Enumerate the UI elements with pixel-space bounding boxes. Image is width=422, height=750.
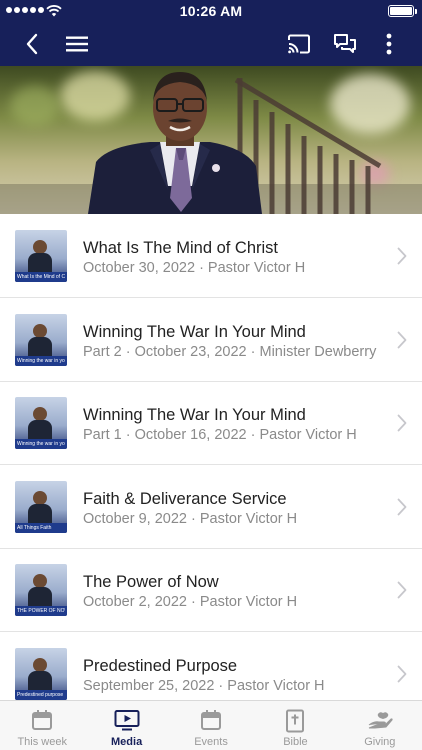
sermon-item[interactable]: THE POWER OF NOW The Power of Now October … xyxy=(0,548,422,632)
hero-image-pastor xyxy=(0,66,422,214)
bible-icon xyxy=(285,709,305,738)
sermon-title: Winning The War In Your Mind xyxy=(83,406,306,424)
sermon-thumbnail: Winning the war in your mind xyxy=(15,397,67,449)
status-time: 10:26 AM xyxy=(179,3,243,19)
sermon-thumbnail: What Is the Mind of Christ xyxy=(15,230,67,282)
cast-icon xyxy=(288,34,310,54)
sermon-subtitle: October 9, 2022 · Pastor Victor H xyxy=(83,511,298,527)
tab-media[interactable]: Media xyxy=(84,701,168,750)
thumbnail-caption: What Is the Mind of Christ xyxy=(17,274,65,280)
sermon-title: Faith & Deliverance Service xyxy=(83,490,287,508)
sermon-title: Winning The War In Your Mind xyxy=(83,323,306,341)
sermon-thumbnail: THE POWER OF NOW xyxy=(15,564,67,616)
sermon-subtitle: Part 2 · October 23, 2022 · Minister Dew… xyxy=(83,344,377,360)
calendar-icon xyxy=(200,709,222,736)
back-icon xyxy=(26,33,38,55)
tab-label: Media xyxy=(111,736,143,748)
tab-events[interactable]: Events xyxy=(169,701,253,750)
more-options-button[interactable] xyxy=(369,22,409,66)
thumbnail-caption: Winning the war in your mind xyxy=(17,441,65,447)
sermon-title: Predestined Purpose xyxy=(83,657,238,675)
sermon-title: The Power of Now xyxy=(83,573,219,591)
giving-hand-icon xyxy=(367,709,393,736)
chevron-right-icon xyxy=(397,581,407,604)
tab-bible[interactable]: Bible xyxy=(253,701,337,750)
nav-bar xyxy=(0,22,422,66)
sermon-thumbnail: All Things Faith xyxy=(15,481,67,533)
sermon-subtitle: October 2, 2022 · Pastor Victor H xyxy=(83,594,298,610)
thumbnail-caption: Predestined purpose xyxy=(17,692,64,698)
thumbnail-caption: All Things Faith xyxy=(17,525,52,531)
sermon-item[interactable]: Predestined purpose Predestined Purpose Se… xyxy=(0,632,422,700)
sermon-item[interactable]: What Is the Mind of Christ What Is The Mi… xyxy=(0,214,422,298)
thumbnail-caption: Winning the war in your mind xyxy=(17,358,65,364)
sermon-list: What Is the Mind of Christ What Is The Mi… xyxy=(0,214,422,700)
tab-this-week[interactable]: This week xyxy=(0,701,84,750)
sermon-item[interactable]: Winning the war in your mind Winning The … xyxy=(0,381,422,465)
battery-icon xyxy=(388,5,417,17)
chevron-right-icon xyxy=(397,414,407,437)
gate-illustration xyxy=(0,72,422,214)
sermon-subtitle: Part 1 · October 16, 2022 · Pastor Victo… xyxy=(83,427,357,443)
menu-button[interactable] xyxy=(57,22,97,66)
sermon-item[interactable]: All Things Faith Faith & Deliverance Serv… xyxy=(0,465,422,549)
back-button[interactable] xyxy=(12,22,52,66)
chat-button[interactable] xyxy=(325,22,365,66)
sermon-thumbnail: Predestined purpose xyxy=(15,648,67,700)
tab-label: Events xyxy=(194,736,228,748)
chevron-right-icon xyxy=(397,665,407,688)
sermon-title: What Is The Mind of Christ xyxy=(83,239,279,257)
more-icon xyxy=(386,33,392,55)
chevron-right-icon xyxy=(397,247,407,270)
thumbnail-caption: THE POWER OF NOW xyxy=(17,608,65,614)
chevron-right-icon xyxy=(397,498,407,521)
calendar-icon xyxy=(31,709,53,736)
chat-icon xyxy=(334,34,356,53)
sermon-subtitle: October 30, 2022 · Pastor Victor H xyxy=(83,260,306,276)
tab-label: This week xyxy=(17,736,67,748)
play-icon xyxy=(114,709,140,736)
sermon-thumbnail: Winning the war in your mind xyxy=(15,314,67,366)
menu-icon xyxy=(66,36,88,52)
tab-bar: This week Media Events Bible Giving xyxy=(0,700,422,750)
status-bar: 10:26 AM xyxy=(0,0,422,22)
tab-label: Giving xyxy=(364,736,396,748)
sermon-subtitle: September 25, 2022 · Pastor Victor H xyxy=(83,678,325,694)
tab-giving[interactable]: Giving xyxy=(338,701,422,750)
tab-label: Bible xyxy=(283,736,308,748)
chevron-right-icon xyxy=(397,331,407,354)
sermon-item[interactable]: Winning the war in your mind Winning The … xyxy=(0,298,422,382)
cast-button[interactable] xyxy=(279,22,319,66)
